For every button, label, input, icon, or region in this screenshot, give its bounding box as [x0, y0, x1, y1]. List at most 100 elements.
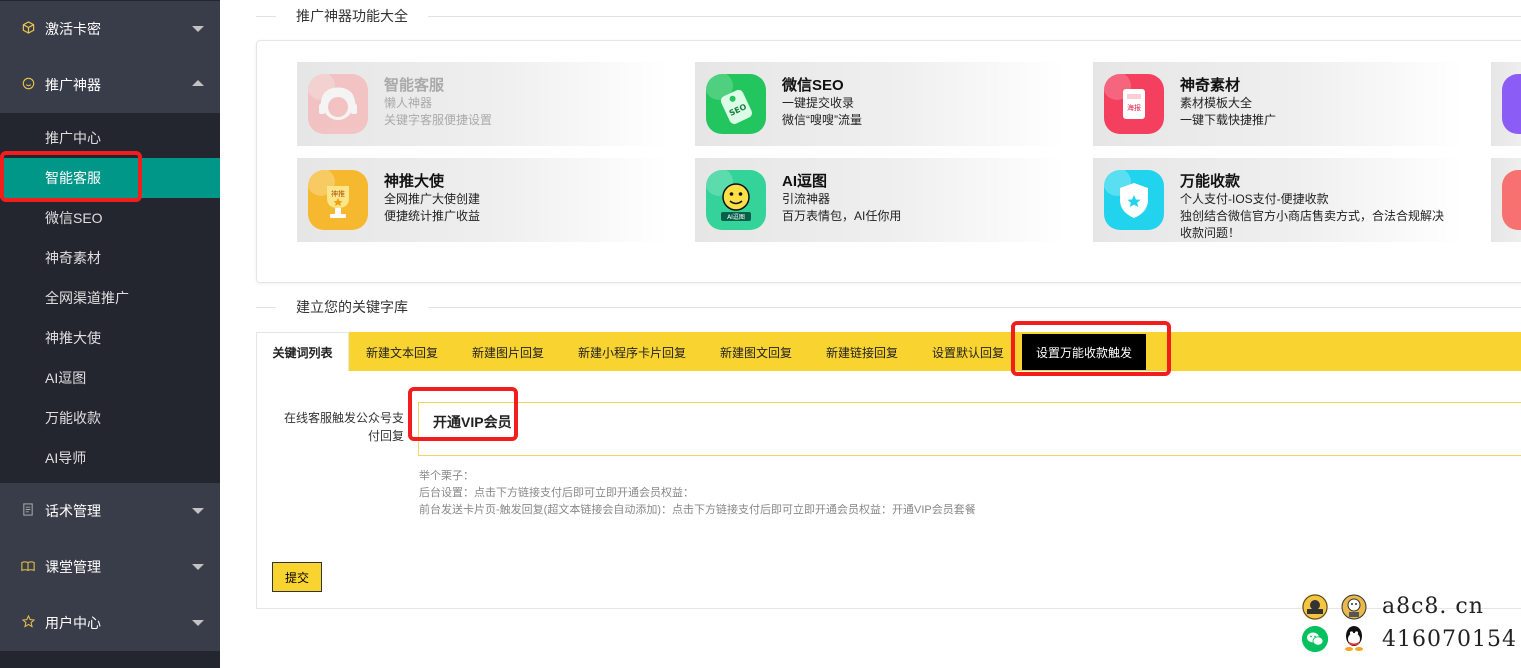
sidebar-item-label: 推广中心	[45, 130, 101, 146]
shield-icon	[1104, 170, 1164, 230]
feature-title: 智能客服	[384, 77, 445, 94]
qq-icon	[1341, 624, 1367, 651]
nav-group-scripts[interactable]: 话术管理	[0, 483, 220, 539]
nav-group-user-center[interactable]: 用户中心	[0, 595, 220, 651]
tab-payment-trigger[interactable]: 设置万能收款触发	[1022, 334, 1146, 370]
badge-icon	[1302, 594, 1328, 620]
chevron-down-icon	[192, 508, 204, 514]
sidebar-item-wechat-seo[interactable]: 微信SEO	[0, 198, 220, 238]
feature-line: 百万表情包，AI任你用	[782, 209, 902, 223]
feature-card-payment[interactable]: 万能收款 个人支付-IOS支付-便捷收款 独创结合微信官方小商店售卖方式，合法合…	[1093, 158, 1463, 242]
sidebar-item-ai-meme[interactable]: AI逗图	[0, 358, 220, 398]
sidebar-item-label: AI逗图	[45, 370, 87, 386]
feature-title: 万能收款	[1180, 173, 1241, 190]
feature-title: 神推大使	[384, 173, 445, 190]
sidebar-submenu: 推广中心 智能客服 微信SEO 神奇素材 全网渠道推广 神推大使 AI逗图 万能…	[0, 113, 220, 483]
tab-bar: 关键词列表 新建文本回复 新建图片回复 新建小程序卡片回复 新建图文回复 新建链…	[256, 332, 1521, 372]
sidebar-item-smart-service[interactable]: 智能客服	[0, 158, 220, 198]
tab-new-miniprogram-reply[interactable]: 新建小程序卡片回复	[561, 332, 703, 372]
svg-text:AI逗图: AI逗图	[727, 213, 745, 221]
feature-line: 独创结合微信官方小商店售卖方式，合法合规解决	[1180, 209, 1445, 223]
feature-card-materials[interactable]: 海报 神奇素材 素材模板大全 一键下载快捷推广	[1093, 62, 1463, 146]
nav-group-label: 推广神器	[45, 77, 101, 93]
hint-frontend: 前台发送卡片页-触发回复(超文本链接会自动添加)：点击下方链接支付后即可立即开通…	[419, 504, 976, 516]
feature-line: 素材模板大全	[1180, 96, 1253, 110]
watermark-qq: 416070154	[1382, 627, 1517, 652]
feature-line: 引流神器	[782, 192, 831, 206]
feature-card-ai-meme[interactable]: AI逗图 AI逗图 引流神器 百万表情包，AI任你用	[695, 158, 1065, 242]
feature-card-partial[interactable]	[1491, 62, 1521, 146]
feature-card-smart-service[interactable]: 智能客服 懒人神器 关键字客服便捷设置	[297, 62, 667, 146]
tab-default-reply[interactable]: 设置默认回复	[915, 332, 1021, 372]
tab-new-link-reply[interactable]: 新建链接回复	[809, 332, 915, 372]
sidebar-item-label: 神奇素材	[45, 250, 101, 266]
sidebar-item-label: 全网渠道推广	[45, 290, 129, 306]
book-icon	[18, 560, 38, 575]
feature-line: 收款问题！	[1180, 226, 1241, 240]
sidebar-item-channels[interactable]: 全网渠道推广	[0, 278, 220, 318]
tab-new-image-reply[interactable]: 新建图片回复	[455, 332, 561, 372]
sidebar-item-label: 万能收款	[45, 410, 101, 426]
svg-text:神推: 神推	[331, 189, 345, 198]
document-icon	[18, 503, 38, 519]
section-title-keywords: 建立您的关键字库	[256, 297, 1521, 317]
sidebar-item-label: 智能客服	[45, 170, 101, 186]
feature-title: AI逗图	[782, 173, 828, 190]
tab-new-text-reply[interactable]: 新建文本回复	[349, 332, 455, 372]
avatar-icon	[1341, 594, 1367, 620]
emoji-icon: AI逗图	[706, 170, 766, 230]
feature-title: 神奇素材	[1180, 77, 1241, 94]
sidebar-item-payment[interactable]: 万能收款	[0, 398, 220, 438]
headset-icon	[308, 74, 368, 134]
hint-backend: 后台设置：点击下方链接支付后即可立即开通会员权益：	[419, 487, 694, 499]
seo-tag-icon: SEO	[706, 74, 766, 134]
chevron-down-icon	[192, 564, 204, 570]
nav-group-label: 课堂管理	[45, 559, 101, 575]
feature-title: 微信SEO	[782, 77, 844, 94]
input-value: 开通VIP会员	[433, 414, 512, 430]
app-icon	[1502, 170, 1521, 230]
feature-card-partial[interactable]	[1491, 158, 1521, 242]
smile-icon	[18, 77, 38, 93]
app-icon	[1502, 74, 1521, 134]
nav-group-promotion[interactable]: 推广神器	[0, 57, 220, 113]
sidebar-item-ai-mentor[interactable]: AI导师	[0, 438, 220, 478]
sidebar: 激活卡密 推广神器 推广中心 智能客服 微信SEO 神奇素材 全网渠道推广 神推…	[0, 0, 220, 668]
chevron-up-icon	[192, 80, 204, 86]
feature-line: 懒人神器	[384, 96, 433, 110]
sidebar-item-materials[interactable]: 神奇素材	[0, 238, 220, 278]
feature-card-ambassador[interactable]: 神推 神推大使 全网推广大使创建 便捷统计推广收益	[297, 158, 667, 242]
sidebar-item-ambassador[interactable]: 神推大使	[0, 318, 220, 358]
feature-line: 一键下载快捷推广	[1180, 113, 1277, 127]
feature-card-wechat-seo[interactable]: SEO 微信SEO 一键提交收录 微信“嗖嗖”流量	[695, 62, 1065, 146]
watermark-site: a8c8. cn	[1382, 594, 1484, 619]
sidebar-item-promotion-center[interactable]: 推广中心	[0, 118, 220, 158]
sidebar-item-label: 神推大使	[45, 330, 101, 346]
nav-group-label: 激活卡密	[45, 21, 101, 37]
wechat-icon	[1302, 626, 1328, 652]
nav-group-label: 用户中心	[45, 615, 101, 631]
trophy-icon: 神推	[308, 170, 368, 230]
sidebar-item-label: AI导师	[45, 450, 87, 466]
poster-icon: 海报	[1104, 74, 1164, 134]
feature-line: 全网推广大使创建	[384, 192, 481, 206]
feature-line: 便捷统计推广收益	[384, 209, 481, 223]
nav-group-classroom[interactable]: 课堂管理	[0, 539, 220, 595]
tab-new-article-reply[interactable]: 新建图文回复	[703, 332, 809, 372]
tab-keyword-list[interactable]: 关键词列表	[256, 332, 349, 372]
section-title-features: 推广神器功能大全	[256, 6, 1521, 26]
form-label: 在线客服触发公众号支付回复	[283, 411, 404, 443]
feature-line: 一键提交收录	[782, 96, 855, 110]
star-icon	[18, 614, 38, 631]
submit-button[interactable]: 提交	[272, 562, 322, 592]
chevron-down-icon	[192, 620, 204, 626]
nav-group-activate-card[interactable]: 激活卡密	[0, 1, 220, 57]
feature-line: 微信“嗖嗖”流量	[782, 113, 862, 127]
feature-line: 关键字客服便捷设置	[384, 113, 493, 127]
reply-text-input[interactable]: 开通VIP会员	[418, 402, 1521, 456]
hint-title: 举个栗子：	[419, 470, 474, 482]
cube-icon	[18, 21, 38, 37]
nav-group-label: 话术管理	[45, 503, 101, 519]
chevron-down-icon	[192, 26, 204, 32]
sidebar-item-label: 微信SEO	[45, 210, 103, 226]
